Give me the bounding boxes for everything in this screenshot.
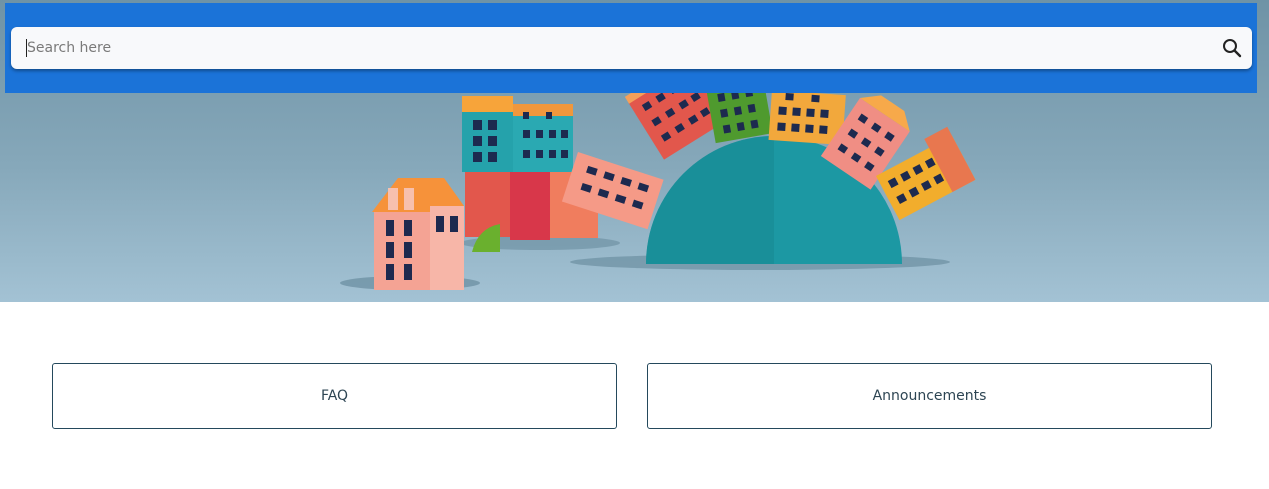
announcements-card[interactable]: Announcements bbox=[647, 363, 1212, 429]
search-header bbox=[5, 3, 1257, 93]
announcements-card-label: Announcements bbox=[872, 388, 987, 404]
search-bar bbox=[11, 27, 1252, 69]
faq-card-label: FAQ bbox=[320, 388, 349, 404]
search-input[interactable] bbox=[11, 27, 1212, 69]
faq-card[interactable]: FAQ bbox=[52, 363, 617, 429]
search-icon[interactable] bbox=[1212, 27, 1252, 69]
page: FAQ Announcements bbox=[0, 0, 1269, 489]
text-cursor bbox=[26, 39, 27, 57]
